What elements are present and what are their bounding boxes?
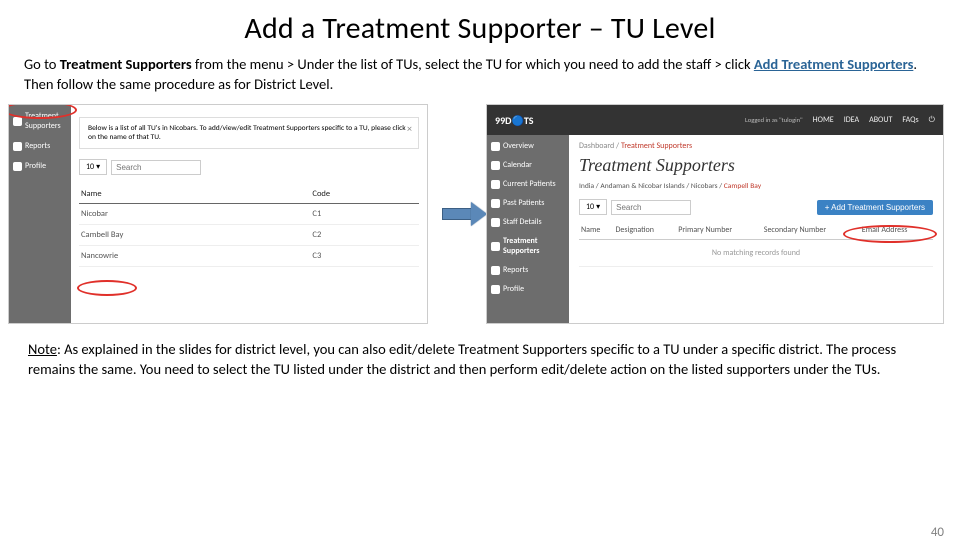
page-size-value: 10	[586, 202, 594, 212]
table-row[interactable]: NancowrieC3	[79, 246, 419, 267]
sidebar-item-label: Past Patients	[503, 198, 544, 208]
col-name: Name	[79, 185, 310, 204]
col-secondary-number: Secondary Number	[762, 221, 860, 240]
nav-about[interactable]: ABOUT	[869, 115, 892, 125]
sidebar-item-past-patients[interactable]: Past Patients	[491, 198, 565, 208]
instr-seg: Go to	[24, 55, 60, 73]
logged-in-label: Logged in as "tulogin"	[745, 116, 803, 124]
col-email: Email Address	[860, 221, 933, 240]
sidebar-item-label: Reports	[25, 141, 50, 151]
col-code: Code	[310, 185, 419, 204]
note-text: Note: As explained in the slides for dis…	[28, 340, 932, 379]
close-icon[interactable]: ×	[407, 122, 412, 135]
sidebar-item-label: Treatment Supporters	[503, 236, 565, 256]
sidebar-item-label: Overview	[503, 141, 534, 151]
sidebar-item-treatment-supporters[interactable]: Treatment Supporters	[13, 111, 67, 131]
profile-icon	[13, 162, 22, 171]
sidebar-item-label: Reports	[503, 265, 528, 275]
sidebar-item-label: Profile	[25, 161, 46, 171]
sidebar-item-label: Staff Details	[503, 217, 542, 227]
user-icon	[491, 180, 500, 189]
tu-table: Name Code NicobarC1 Cambell BayC2 Nancow…	[79, 185, 419, 267]
breadcrumb-top: Dashboard / Treatment Supporters	[579, 141, 933, 151]
users-icon	[491, 218, 500, 227]
sidebar-item-profile[interactable]: Profile	[13, 161, 67, 171]
sidebar-item-overview[interactable]: Overview	[491, 141, 565, 151]
cell-code: C2	[310, 225, 419, 246]
sidebar-item-label: Treatment Supporters	[25, 111, 67, 131]
nav-faqs[interactable]: FAQs	[902, 115, 918, 125]
table-row[interactable]: Cambell BayC2	[79, 225, 419, 246]
breadcrumb-current: Treatment Supporters	[621, 141, 692, 151]
screenshot-right: 99D🔵TS Logged in as "tulogin" HOME IDEA …	[486, 104, 944, 324]
sidebar-left: Treatment Supporters Reports Profile	[9, 105, 71, 323]
cell-name: Nicobar	[79, 204, 310, 225]
chevron-down-icon: ▾	[96, 162, 100, 172]
sidebar-item-current-patients[interactable]: Current Patients	[491, 179, 565, 189]
arrow-right	[434, 208, 480, 220]
table-row[interactable]: NicobarC1	[79, 204, 419, 225]
col-primary-number: Primary Number	[676, 221, 762, 240]
add-treatment-supporters-button[interactable]: + Add Treatment Supporters	[817, 200, 933, 215]
users-icon	[13, 117, 22, 126]
sidebar-item-label: Profile	[503, 284, 524, 294]
note-body: : As explained in the slides for distric…	[28, 340, 896, 378]
sidebar-item-staff-details[interactable]: Staff Details	[491, 217, 565, 227]
supporters-table: Name Designation Primary Number Secondar…	[579, 221, 933, 267]
cell-name: Cambell Bay	[79, 225, 310, 246]
sidebar-item-treatment-supporters[interactable]: Treatment Supporters	[491, 236, 565, 256]
search-input[interactable]	[111, 160, 201, 175]
col-name: Name	[579, 221, 614, 240]
sidebar-item-label: Calendar	[503, 160, 532, 170]
page-number: 40	[931, 525, 944, 540]
breadcrumb-path: India / Andaman & Nicobar Islands / Nico…	[579, 182, 724, 191]
instr-link-add-ts: Add Treatment Supporters	[754, 55, 914, 73]
instruction-text: Go to Treatment Supporters from the menu…	[24, 55, 936, 94]
col-designation: Designation	[614, 221, 677, 240]
nav-idea[interactable]: IDEA	[844, 115, 859, 125]
note-lead: Note	[28, 340, 57, 358]
top-header: 99D🔵TS Logged in as "tulogin" HOME IDEA …	[487, 105, 943, 135]
top-nav: HOME IDEA ABOUT FAQs ⏻	[813, 115, 935, 125]
chevron-down-icon: ▾	[596, 202, 600, 212]
sidebar-item-calendar[interactable]: Calendar	[491, 160, 565, 170]
report-icon	[491, 266, 500, 275]
page-heading: Treatment Supporters	[579, 155, 933, 176]
page-size-select[interactable]: 10▾	[579, 199, 607, 215]
page-size-select[interactable]: 10▾	[79, 159, 107, 175]
main-left: Below is a list of all TU's in Nicobars.…	[71, 105, 427, 323]
nav-home[interactable]: HOME	[813, 115, 834, 125]
cell-code: C1	[310, 204, 419, 225]
screenshot-left: Treatment Supporters Reports Profile Bel…	[8, 104, 428, 324]
instr-bold-treatment-supporters: Treatment Supporters	[60, 55, 192, 73]
logo: 99D🔵TS	[495, 114, 534, 127]
logout-icon[interactable]: ⏻	[929, 115, 935, 125]
breadcrumb-dashboard[interactable]: Dashboard	[579, 141, 614, 151]
search-input[interactable]	[611, 200, 691, 215]
profile-icon	[491, 285, 500, 294]
info-banner: Below is a list of all TU's in Nicobars.…	[79, 117, 419, 149]
report-icon	[13, 142, 22, 151]
sidebar-item-reports[interactable]: Reports	[491, 265, 565, 275]
cell-code: C3	[310, 246, 419, 267]
user-icon	[491, 199, 500, 208]
no-records-row: No matching records found	[579, 240, 933, 267]
instr-seg: from the menu > Under the list of TUs, s…	[192, 55, 754, 73]
sidebar-right: Overview Calendar Current Patients Past …	[487, 135, 569, 323]
info-text: Below is a list of all TU's in Nicobars.…	[88, 124, 406, 142]
breadcrumb-location: India / Andaman & Nicobar Islands / Nico…	[579, 182, 933, 191]
sidebar-item-reports[interactable]: Reports	[13, 141, 67, 151]
cell-name: Nancowrie	[79, 246, 310, 267]
calendar-icon	[491, 161, 500, 170]
sidebar-item-profile[interactable]: Profile	[491, 284, 565, 294]
users-icon	[491, 242, 500, 251]
breadcrumb-path-last: Campell Bay	[724, 182, 761, 191]
slide-title: Add a Treatment Supporter – TU Level	[0, 10, 960, 47]
sidebar-item-label: Current Patients	[503, 179, 556, 189]
main-right: Dashboard / Treatment Supporters Treatme…	[569, 135, 943, 323]
dashboard-icon	[491, 142, 500, 151]
page-size-value: 10	[86, 162, 94, 172]
